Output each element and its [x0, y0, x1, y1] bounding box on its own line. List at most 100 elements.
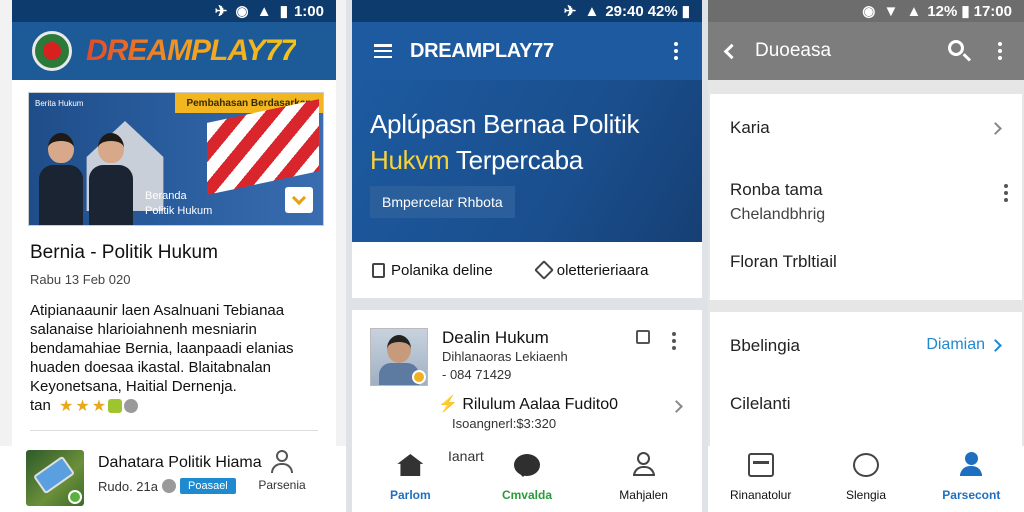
battery-level: 42% — [647, 2, 678, 20]
settings-item[interactable]: Bbelingia — [730, 336, 800, 356]
article-date: Rabu 13 Feb 020 — [30, 272, 131, 287]
status-time: 17:00 — [973, 2, 1012, 20]
article-title[interactable]: Bernia - Politik Hukum — [30, 242, 336, 264]
presenter-image — [39, 133, 83, 225]
star-icon: ★ — [59, 397, 74, 415]
app-bar: DREAMPLAY77 — [12, 22, 336, 80]
star-rating: ★ ★ ★ — [59, 397, 139, 416]
news-card-link-label: Rilulum Aalaa Fudito0 — [462, 396, 619, 413]
action-bar: Polanika deline oletterieriaara — [352, 242, 702, 298]
divider — [30, 430, 318, 431]
status-bar: ✈ ◉ ▲ ▮ 1:00 — [12, 0, 336, 22]
hero-caption-line1: Beranda — [145, 190, 187, 202]
profile-shortcut[interactable]: Parsenia — [256, 450, 308, 492]
chevron-right-icon[interactable] — [989, 122, 1002, 135]
document-icon — [372, 262, 385, 278]
settings-icon — [162, 479, 176, 493]
app-screen-home: ✈ ◉ ▲ ▮ 1:00 DREAMPLAY77 Berita Hukum Pe… — [0, 0, 346, 512]
settings-item[interactable]: Karia — [730, 118, 770, 138]
settings-item[interactable]: Ronba tama Chelandbhrig — [730, 180, 825, 224]
status-icons: ✈ ▲ — [563, 3, 602, 20]
menu-icon[interactable] — [374, 44, 392, 58]
tab-menu[interactable]: Rinanatolur — [721, 450, 801, 512]
tab-menu-label: Rinanatolur — [729, 488, 792, 502]
lightning-icon: ⚡ — [438, 396, 458, 413]
settings-item[interactable]: Cilelanti — [730, 394, 790, 414]
action-tag-label: oletterieriaara — [556, 261, 649, 279]
tab-discuss-label: Slengia — [845, 488, 886, 502]
tab-home-label: Parlom — [389, 488, 431, 502]
settings-icon[interactable] — [124, 399, 139, 414]
status-time: 29:40 — [605, 2, 644, 20]
settings-item[interactable]: Floran Trbltiail — [730, 252, 837, 272]
chevron-right-icon — [989, 338, 1002, 352]
back-icon[interactable] — [723, 43, 740, 59]
action-policy-label: Polanika deline — [391, 261, 493, 279]
chat-icon — [513, 454, 540, 477]
app-badge-icon — [108, 399, 123, 414]
person-icon — [270, 450, 294, 474]
tab-account[interactable]: Parsecont — [931, 450, 1011, 512]
headline-line1: Aplúpasn Bernaa Politik — [370, 109, 640, 139]
more-options-icon[interactable] — [998, 42, 1002, 60]
settings-link[interactable]: Diamian — [926, 336, 1002, 354]
tab-profile[interactable]: Mahjalen — [604, 450, 684, 502]
search-icon[interactable] — [948, 40, 972, 62]
presenter-image — [89, 133, 133, 225]
chat-icon — [852, 453, 879, 477]
settings-item-label: Floran Trbltiail — [730, 252, 837, 271]
tab-profile-label: Mahjalen — [619, 488, 668, 502]
hero-banner[interactable]: Berita Hukum Pembahasan Berdasarkan Bera… — [28, 92, 324, 226]
app-title: DREAMPLAY77 — [410, 39, 554, 62]
more-options-icon[interactable] — [674, 42, 678, 60]
news-card-link[interactable]: ⚡ Rilulum Aalaa Fudito0 — [438, 394, 618, 414]
settings-item-label: Ronba tama — [730, 180, 823, 199]
tab-discuss[interactable]: Slengia — [826, 450, 906, 512]
more-options-icon[interactable] — [672, 332, 676, 350]
status-bar: ✈ ▲ 29:40 42% ▮ — [352, 0, 702, 22]
news-card-subtitle-text: Dihlanaoras Lekiaenh — [442, 349, 568, 364]
action-policy[interactable]: Polanika deline — [372, 262, 493, 279]
bookmark-icon[interactable] — [285, 187, 313, 213]
tab-chat[interactable]: Cmvalda — [487, 450, 567, 502]
chevron-right-icon[interactable] — [670, 400, 683, 413]
action-tag[interactable]: oletterieriaara — [533, 260, 649, 280]
battery-icon: ▮ — [681, 3, 690, 20]
emblem-logo[interactable] — [32, 31, 72, 71]
status-time: 1:00 — [293, 2, 324, 20]
bottom-nav: Parlom Cmvalda Mahjalen Ianart — [352, 446, 702, 512]
settings-item-label: Cilelanti — [730, 394, 791, 413]
list-item-title: Dahatara Politik Hiama — [98, 454, 262, 471]
battery-icon: ▮ — [961, 3, 970, 20]
headline-tag-button[interactable]: Bmpercelar Rhbota — [370, 186, 515, 218]
hero-small-tag: Berita Hukum — [35, 99, 84, 108]
status-icons: ◉ ▼ ▲ — [862, 3, 924, 20]
app-screen-article: ✈ ▲ 29:40 42% ▮ DREAMPLAY77 Aplúpasn Ber… — [346, 0, 708, 512]
news-card-time: Isoangnerl:$3:320 — [452, 416, 557, 431]
flag-image — [207, 99, 319, 195]
user-icon — [959, 452, 983, 478]
headline-highlight: Hukvm — [370, 145, 450, 175]
list-item-meta-text: Rudo. 21a — [98, 478, 158, 494]
settings-section: Karia Ronba tama Chelandbhrig Floran Trb… — [710, 94, 1022, 300]
status-bar: ◉ ▼ ▲ 12% ▮ 17:00 — [708, 0, 1024, 22]
settings-item-label: Bbelingia — [730, 336, 800, 355]
news-card-subtitle: Dihlanaoras Lekiaenh - 084 71429 — [442, 348, 568, 384]
thumbnail-image — [26, 450, 84, 506]
tab-overlay-label: Ianart — [448, 448, 484, 464]
app-bar: Duoeasa — [708, 22, 1024, 80]
page-title: Duoeasa — [755, 40, 832, 61]
avatar — [370, 328, 428, 386]
app-screen-settings: ◉ ▼ ▲ 12% ▮ 17:00 Duoeasa Karia Ronba ta… — [708, 0, 1024, 512]
settings-item-label: Karia — [730, 118, 770, 137]
list-item[interactable]: Dahatara Politik Hiama Rudo. 21a Poasael… — [0, 446, 346, 512]
headline-line2: Terpercaba — [455, 145, 583, 175]
share-icon[interactable] — [636, 330, 650, 344]
more-options-icon[interactable] — [1004, 184, 1008, 202]
tab-home[interactable]: Parlom — [370, 450, 450, 502]
phone-frame: ✈ ▲ 29:40 42% ▮ DREAMPLAY77 Aplúpasn Ber… — [352, 0, 702, 512]
news-card-title: Dealin Hukum — [442, 328, 549, 347]
news-card[interactable]: Dealin Hukum Dihlanaoras Lekiaenh - 084 … — [352, 310, 702, 450]
settings-item-sublabel: Chelandbhrig — [730, 206, 826, 223]
tab-chat-label: Cmvalda — [501, 488, 552, 502]
